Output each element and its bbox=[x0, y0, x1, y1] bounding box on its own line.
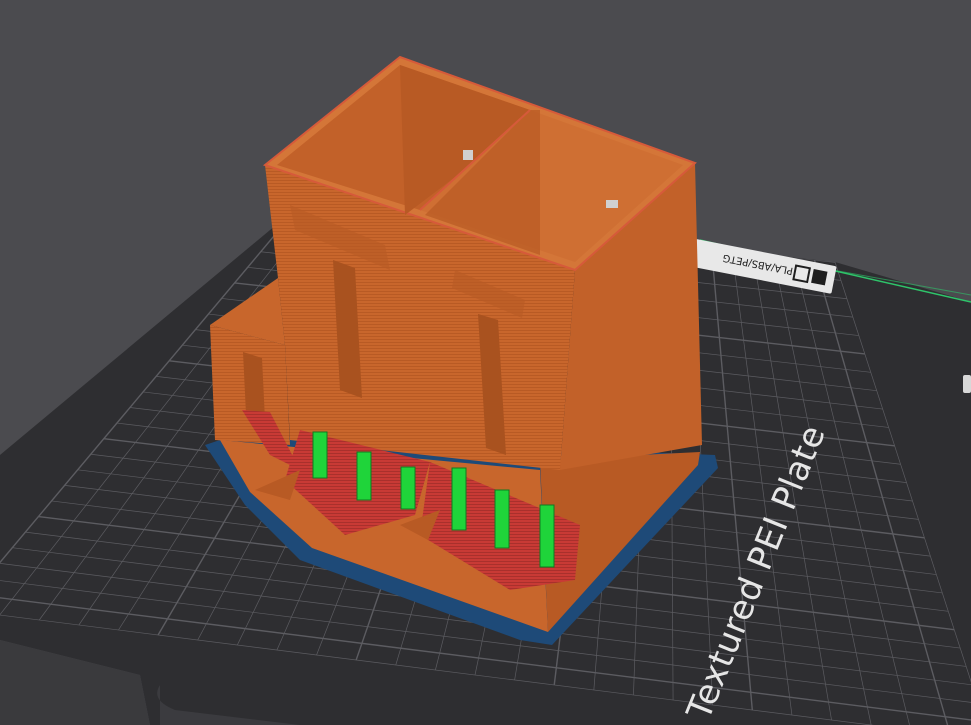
compartment-window-right bbox=[606, 200, 618, 208]
support-column bbox=[451, 467, 467, 531]
lower-box-slot bbox=[243, 352, 265, 420]
support-column bbox=[539, 504, 555, 568]
scene-canvas[interactable]: PLA/ABS/PETG Textured PEI Plate bbox=[0, 0, 971, 725]
support-column bbox=[400, 466, 416, 510]
side-control-handle[interactable] bbox=[963, 375, 971, 393]
grid-icon bbox=[811, 269, 828, 286]
support-column bbox=[494, 489, 510, 549]
support-column bbox=[312, 431, 328, 479]
compartment-window-left bbox=[463, 150, 473, 160]
support-column bbox=[356, 451, 372, 501]
3d-viewport[interactable]: PLA/ABS/PETG Textured PEI Plate bbox=[0, 0, 971, 725]
